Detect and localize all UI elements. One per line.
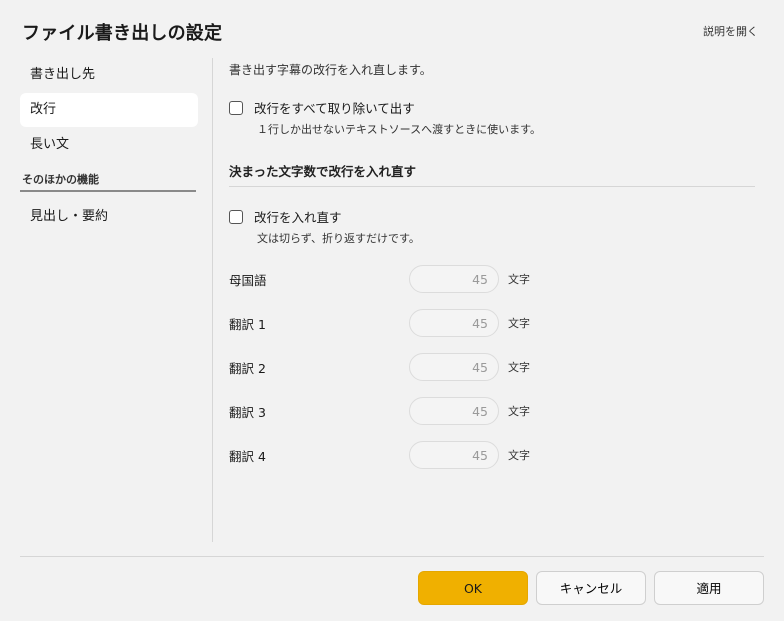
unit-label: 文字 — [508, 405, 530, 418]
sidebar-item-headings-summary[interactable]: 見出し・要約 — [20, 200, 198, 234]
vertical-divider — [212, 58, 213, 542]
rewrap-hint: 文は切らず、折り返すだけです。 — [257, 232, 420, 245]
unit-label: 文字 — [508, 449, 530, 462]
remove-breaks-hint: １行しか出せないテキストソースへ渡すときに使います。 — [257, 123, 542, 136]
language-row-native: 母国語 文字 — [229, 264, 549, 294]
translation-1-char-count-input[interactable] — [409, 309, 499, 337]
dialog-title: ファイル書き出しの設定 — [22, 23, 223, 44]
native-char-count-input[interactable] — [409, 265, 499, 293]
language-row-translation-4: 翻訳 4 文字 — [229, 440, 549, 470]
translation-3-char-count-input[interactable] — [409, 397, 499, 425]
rewrap-checkbox[interactable] — [229, 209, 243, 224]
language-row-translation-1: 翻訳 1 文字 — [229, 308, 549, 338]
unit-label: 文字 — [508, 317, 530, 330]
sidebar-section-other-features: そのほかの機能 — [20, 170, 196, 192]
help-link[interactable]: 説明を開く — [703, 23, 758, 39]
rewrap-label: 改行を入れ直す — [254, 210, 342, 225]
language-label: 翻訳 2 — [229, 360, 266, 376]
sidebar: 書き出し先 改行 長い文 そのほかの機能 見出し・要約 — [20, 58, 198, 235]
remove-breaks-label: 改行をすべて取り除いて出す — [254, 101, 415, 116]
apply-button[interactable]: 適用 — [654, 571, 764, 605]
language-label: 翻訳 1 — [229, 316, 266, 332]
settings-panel: 書き出す字幕の改行を入れ直します。 改行をすべて取り除いて出す １行しか出せない… — [229, 58, 755, 469]
language-label: 翻訳 4 — [229, 448, 266, 464]
remove-breaks-option[interactable]: 改行をすべて取り除いて出す — [229, 98, 755, 117]
unit-label: 文字 — [508, 361, 530, 374]
translation-2-char-count-input[interactable] — [409, 353, 499, 381]
translation-4-char-count-input[interactable] — [409, 441, 499, 469]
language-row-translation-2: 翻訳 2 文字 — [229, 352, 549, 382]
panel-description: 書き出す字幕の改行を入れ直します。 — [229, 63, 432, 77]
sidebar-item-export-destination[interactable]: 書き出し先 — [20, 58, 198, 92]
sidebar-item-line-breaks[interactable]: 改行 — [20, 93, 198, 127]
sidebar-item-long-sentences[interactable]: 長い文 — [20, 128, 198, 162]
language-label: 翻訳 3 — [229, 404, 266, 420]
ok-button[interactable]: OK — [418, 571, 528, 605]
rewrap-option[interactable]: 改行を入れ直す — [229, 207, 755, 226]
rewrap-heading: 決まった文字数で改行を入れ直す — [229, 161, 755, 187]
footer-divider — [20, 556, 764, 557]
cancel-button[interactable]: キャンセル — [536, 571, 646, 605]
remove-breaks-checkbox[interactable] — [229, 100, 243, 115]
unit-label: 文字 — [508, 273, 530, 286]
language-row-translation-3: 翻訳 3 文字 — [229, 396, 549, 426]
language-label: 母国語 — [229, 272, 267, 288]
